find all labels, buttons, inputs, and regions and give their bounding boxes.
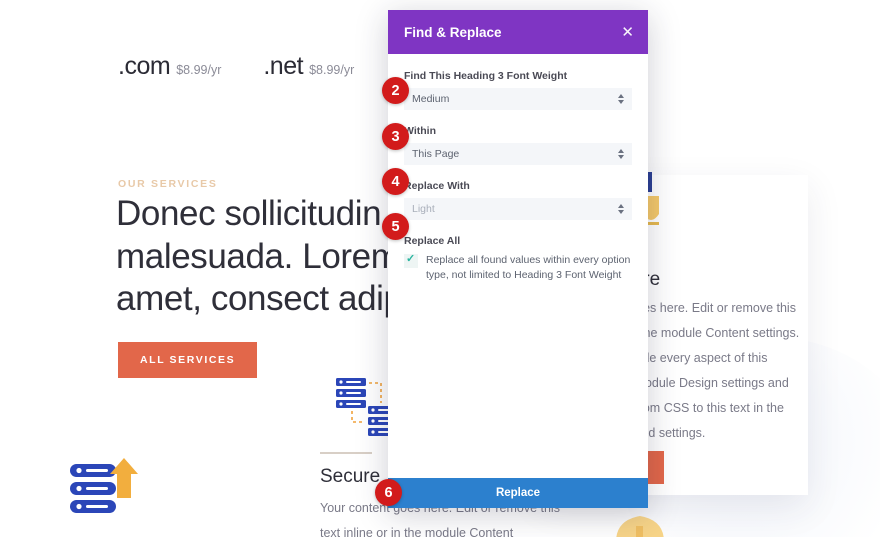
step-badge-4: 4: [382, 168, 409, 195]
find-field-label: Find This Heading 3 Font Weight: [404, 70, 568, 82]
gold-decoration-icon: [616, 516, 664, 537]
all-services-button[interactable]: ALL SERVICES: [118, 342, 258, 378]
chevron-updown-icon: [618, 94, 624, 104]
domain-name: .com: [118, 52, 171, 80]
replace-button[interactable]: Replace: [388, 478, 648, 508]
lower-panel-title: Secure: [320, 466, 381, 487]
close-icon[interactable]: ✕: [621, 25, 634, 40]
field-replace-with: Replace With Light: [404, 180, 632, 220]
replace-with-select[interactable]: Light: [404, 198, 632, 220]
domain-item-com: .com $8.99/yr: [118, 52, 221, 81]
section-eyebrow: OUR SERVICES: [118, 178, 218, 190]
find-select[interactable]: Medium: [404, 88, 632, 110]
step-badge-3: 3: [382, 123, 409, 150]
replace-with-field-label: Replace With: [404, 180, 470, 192]
chevron-updown-icon: [618, 204, 624, 214]
step-badge-2: 2: [382, 77, 409, 104]
chevron-updown-icon: [618, 149, 624, 159]
modal-footer: Replace: [388, 478, 648, 508]
field-within: Within This Page: [404, 125, 632, 165]
modal-header: Find & Replace ✕: [388, 10, 648, 54]
modal-body: Find This Heading 3 Font Weight Medium W…: [388, 54, 648, 478]
replace-all-checkbox-row: Replace all found values within every op…: [404, 252, 632, 283]
divider: [320, 452, 372, 454]
replace-with-select-value: Light: [412, 203, 435, 215]
step-badge-6: 6: [375, 479, 402, 506]
field-find: Find This Heading 3 Font Weight Medium: [404, 70, 632, 110]
field-replace-all: Replace All Replace all found values wit…: [404, 235, 632, 283]
domain-name: .net: [263, 52, 304, 80]
server-upload-icon: [70, 458, 138, 513]
find-replace-modal: Find & Replace ✕ Find This Heading 3 Fon…: [388, 10, 648, 508]
within-select[interactable]: This Page: [404, 143, 632, 165]
replace-all-field-label: Replace All: [404, 235, 461, 247]
modal-title: Find & Replace: [404, 24, 502, 40]
within-select-value: This Page: [412, 148, 460, 160]
app-screenshot: .com $8.99/yr .net $8.99/yr .org $8.99 O…: [0, 0, 880, 537]
step-badge-5: 5: [382, 213, 409, 240]
find-select-value: Medium: [412, 93, 450, 105]
domain-price: $8.99/yr: [176, 63, 222, 77]
domain-item-net: .net $8.99/yr: [263, 52, 354, 81]
domain-price: $8.99/yr: [309, 63, 355, 77]
within-field-label: Within: [404, 125, 436, 137]
check-icon[interactable]: [404, 252, 418, 268]
replace-all-description: Replace all found values within every op…: [426, 254, 631, 282]
